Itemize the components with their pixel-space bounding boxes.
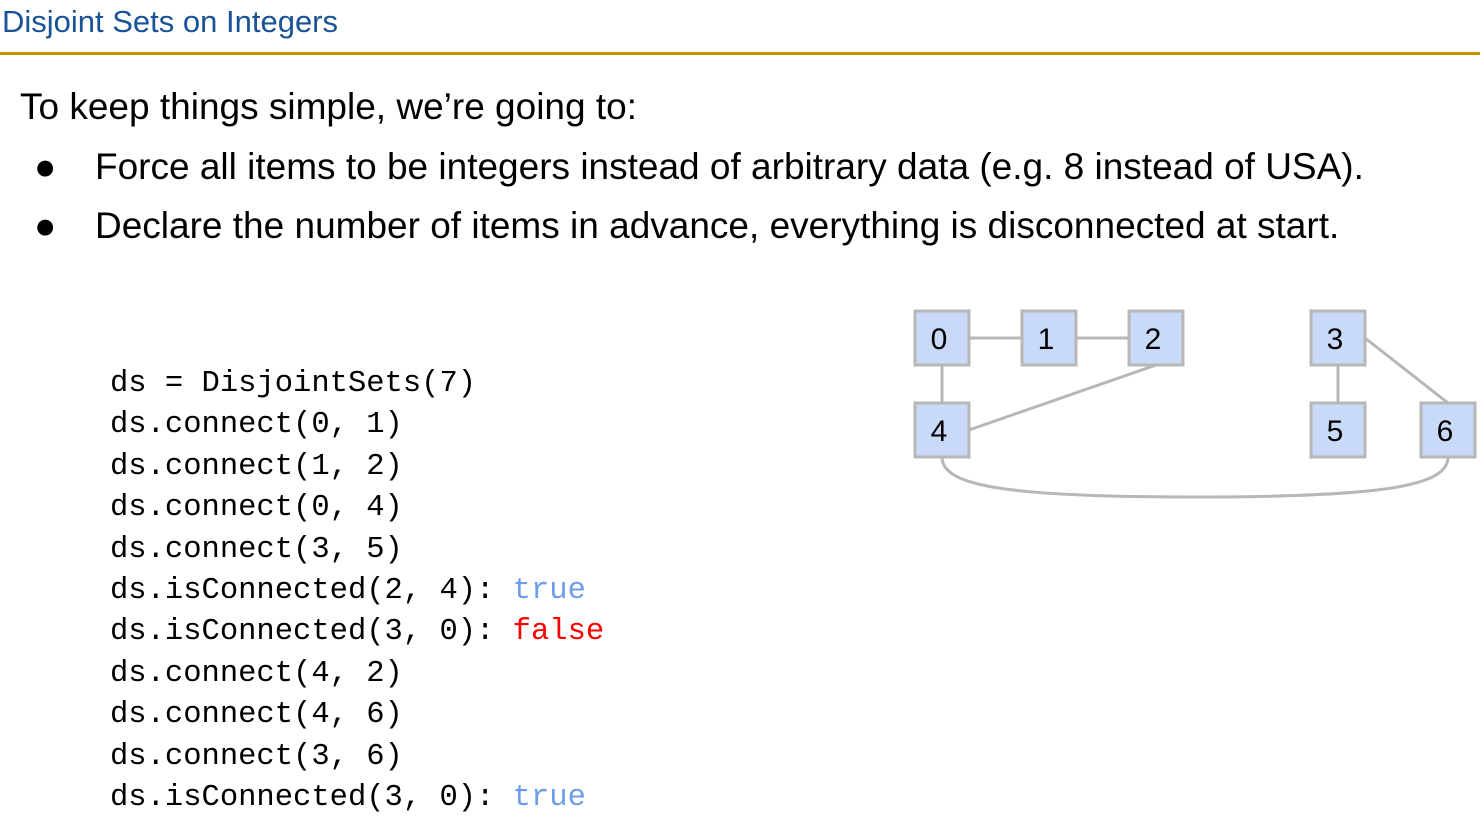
edge-3-6	[1364, 336, 1449, 405]
edge-4-2	[968, 363, 1157, 432]
node-label: 6	[1437, 415, 1454, 448]
node-label: 4	[931, 415, 948, 448]
edge-4-6	[940, 456, 1450, 499]
disjoint-sets-graph: 0 1 2 3 4 5 6	[913, 309, 1477, 499]
node-label: 0	[931, 323, 948, 356]
node-label: 1	[1038, 323, 1055, 356]
node-label: 3	[1327, 323, 1344, 356]
node-label: 2	[1145, 323, 1162, 356]
node-label: 5	[1327, 415, 1344, 448]
